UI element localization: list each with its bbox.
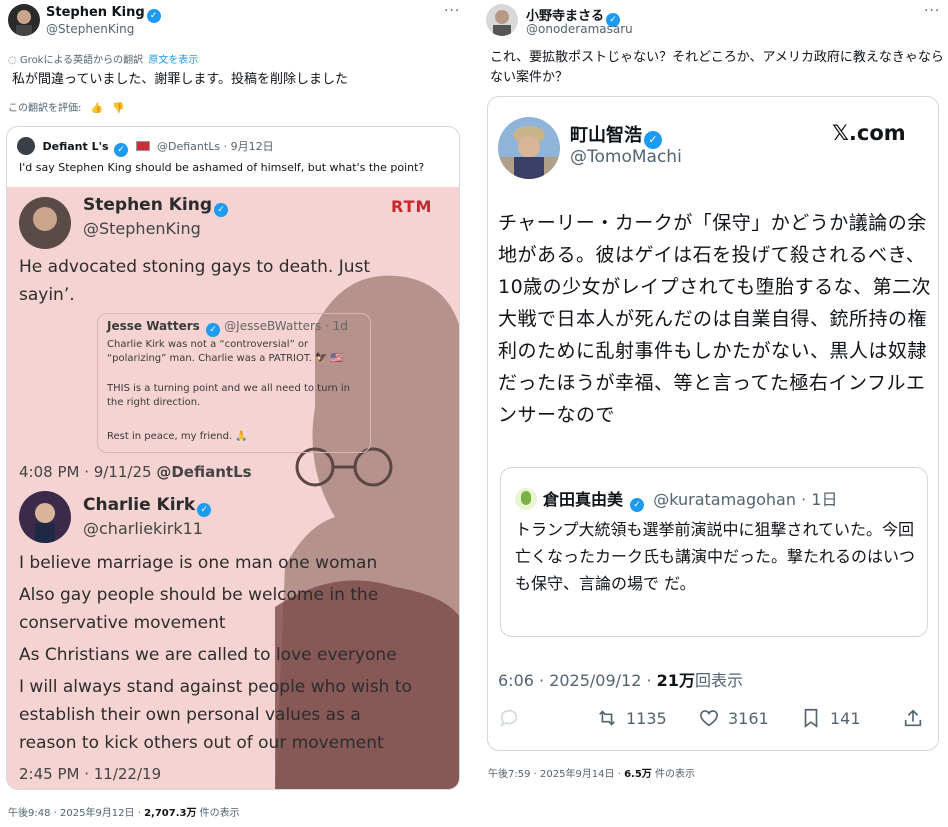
image-text-line: reason to kick others out of our movemen… bbox=[19, 733, 384, 753]
retweet-icon bbox=[599, 710, 615, 726]
quoted-post-text: I'd say Stephen King should be ashamed o… bbox=[19, 161, 425, 174]
image-author-name: Stephen King bbox=[83, 195, 212, 215]
post-timestamp[interactable]: 午後7:59 · 2025年9月14日 · bbox=[488, 769, 624, 780]
jesse-watters-name: Jesse Watters bbox=[107, 319, 200, 333]
bookmark-count: 141 bbox=[830, 708, 861, 728]
verified-icon: ✓ bbox=[205, 323, 220, 337]
thumbs-up-icon[interactable]: 👍 bbox=[91, 103, 103, 114]
image-text-line: THIS is a turning point and we all need … bbox=[107, 383, 351, 394]
grok-icon: ◌ bbox=[8, 55, 17, 66]
card-quoted-post: 倉田真由美 ✓ @kuratamagohan · 1日 トランプ大統領も選挙前演… bbox=[500, 467, 928, 637]
card-quote-author: 倉田真由美 bbox=[543, 490, 624, 509]
avatar bbox=[19, 491, 71, 543]
avatar bbox=[19, 197, 71, 249]
post-timestamp[interactable]: 午後9:48 · 2025年9月12日 · bbox=[8, 808, 144, 819]
author-handle[interactable]: @StephenKing bbox=[46, 22, 134, 36]
verified-icon: ✓ bbox=[197, 503, 212, 517]
quoted-author-handle: @DefiantLs bbox=[157, 140, 221, 153]
image-text-line: I will always stand against people who w… bbox=[19, 677, 412, 697]
card-author-handle: @TomoMachi bbox=[570, 147, 682, 167]
retweet-count: 1135 bbox=[626, 708, 667, 728]
card-author-name: 町山智浩 bbox=[570, 125, 642, 146]
card-quote-text: トランプ大統領も選挙前演説中に狙撃されていた。今回亡くなったカーク氏も講演中だっ… bbox=[515, 520, 916, 593]
avatar bbox=[498, 117, 560, 179]
image-text-line: sayin’. bbox=[19, 285, 75, 305]
image-text-line: Charlie Kirk was not a “controversial” o… bbox=[107, 339, 309, 350]
image-text-line: the right direction. bbox=[107, 397, 201, 408]
avatar bbox=[515, 488, 537, 510]
avatar[interactable] bbox=[486, 4, 518, 36]
image-text-line: Also gay people should be welcome in the bbox=[19, 585, 379, 605]
post-footer: 午後9:48 · 2025年9月12日 · 2,707.3万 件の表示 bbox=[8, 808, 240, 819]
thumbs-down-icon[interactable]: 👎 bbox=[112, 103, 124, 114]
rtm-logo: RTM bbox=[391, 197, 433, 216]
quoted-post-header: Defiant L's ✓ @DefiantLs · 9月12日 bbox=[17, 137, 274, 157]
card-quote-handle: @kuratamagohan · 1日 bbox=[653, 490, 838, 509]
author-name[interactable]: Stephen King ✓ bbox=[46, 5, 161, 23]
more-icon[interactable]: ··· bbox=[924, 3, 940, 19]
bookmark-icon bbox=[804, 708, 818, 728]
like-count: 3161 bbox=[728, 708, 769, 728]
left-post: Stephen King ✓ @StephenKing ··· ◌ Grokによる… bbox=[0, 0, 466, 819]
image-watermark: @DefiantLs bbox=[156, 463, 252, 481]
post-footer: 午後7:59 · 2025年9月14日 · 6.5万 件の表示 bbox=[488, 769, 695, 780]
image-timestamp: 2:45 PM · 11/22/19 bbox=[19, 765, 162, 783]
card-timestamp: 6:06 · 2025/09/12 · 21万回表示 bbox=[498, 671, 743, 690]
image-text-line: conservative movement bbox=[19, 613, 226, 633]
avatar bbox=[17, 137, 35, 155]
avatar[interactable] bbox=[8, 4, 40, 36]
image-text-line: Rest in peace, my friend. 🙏 bbox=[107, 431, 248, 442]
image-text-line: “polarizing” man. Charlie was a PATRIOT.… bbox=[107, 353, 344, 364]
card-body-text: チャーリー・カークが「保守」かどうか議論の余地がある。彼はゲイは石を投げて殺され… bbox=[498, 212, 932, 426]
verified-icon: ✓ bbox=[630, 498, 645, 512]
view-count: 2,707.3万 bbox=[144, 808, 197, 819]
post-text: これ、要拡散ポストじゃない？それどころか、アメリカ政府に教えなきゃならない案件か… bbox=[490, 50, 944, 85]
image-text-line: He advocated stoning gays to death. Just bbox=[19, 257, 371, 277]
post-header: 小野寺まさる ✓ @onoderamasaru ··· bbox=[482, 0, 948, 40]
quoted-post[interactable]: Defiant L's ✓ @DefiantLs · 9月12日 I'd say… bbox=[6, 126, 460, 790]
quoted-image-card[interactable]: 町山智浩 ✓ @TomoMachi 𝕏.com チャーリー・カークが「保守」かどう… bbox=[487, 96, 939, 751]
quoted-post-date: 9月12日 bbox=[230, 140, 274, 153]
jesse-watters-handle: @JesseBWatters · 1d bbox=[224, 319, 348, 333]
right-post: 小野寺まさる ✓ @onoderamasaru ··· これ、要拡散ポストじゃない… bbox=[482, 0, 948, 780]
verified-icon: ✓ bbox=[214, 203, 228, 217]
quoted-post-image[interactable]: RTM Stephen King ✓ @StephenKing He advoca… bbox=[7, 187, 459, 789]
image-author-handle: @charliekirk11 bbox=[83, 519, 203, 538]
more-icon[interactable]: ··· bbox=[444, 3, 460, 19]
reply-icon bbox=[498, 707, 520, 729]
image-author-name: Charlie Kirk bbox=[83, 495, 196, 515]
verified-icon: ✓ bbox=[114, 143, 129, 157]
rate-translation: この翻訳を評価: 👍 👎 bbox=[8, 103, 125, 114]
image-author-handle: @StephenKing bbox=[83, 219, 201, 238]
flag-icon bbox=[135, 141, 150, 151]
image-text-line: I believe marriage is one man one woman bbox=[19, 553, 378, 573]
post-text: 私が間違っていました、謝罪します。投稿を削除しました bbox=[12, 72, 349, 87]
show-original-link[interactable]: 原文を表示 bbox=[148, 55, 198, 66]
x-logo: 𝕏.com bbox=[832, 121, 906, 145]
image-timestamp: 4:08 PM · 9/11/25 bbox=[19, 463, 152, 481]
card-action-bar: 1135 3161 141 bbox=[498, 707, 928, 737]
card-view-count: 21万 bbox=[656, 671, 695, 690]
translation-notice: ◌ Grokによる英語からの翻訳 原文を表示 bbox=[8, 55, 199, 66]
view-count: 6.5万 bbox=[624, 769, 652, 780]
share-icon bbox=[902, 707, 924, 729]
post-header: Stephen King ✓ @StephenKing ··· bbox=[0, 0, 466, 40]
heart-icon bbox=[699, 710, 719, 727]
image-text-line: establish their own personal values as a bbox=[19, 705, 361, 725]
verified-icon: ✓ bbox=[146, 9, 161, 23]
image-text-line: As Christians we are called to love ever… bbox=[19, 645, 397, 665]
author-handle[interactable]: @onoderamasaru bbox=[526, 22, 633, 36]
quoted-author-name: Defiant L's bbox=[42, 140, 109, 153]
